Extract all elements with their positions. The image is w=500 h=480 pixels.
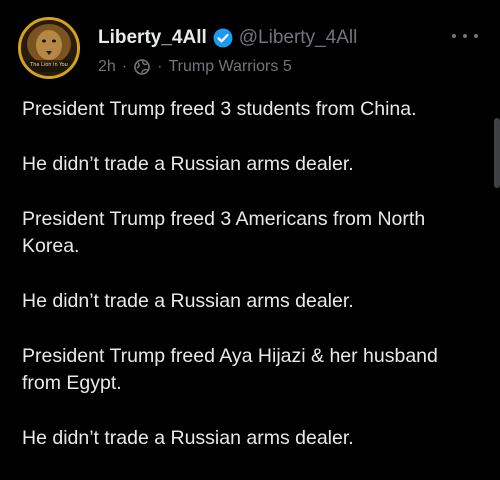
author-display-name[interactable]: Liberty_4All <box>98 27 207 49</box>
post-paragraph: He didn’t trade a Russian arms dealer. <box>22 153 354 175</box>
post-header: Liberty_4All @Liberty_4All <box>98 26 357 50</box>
scrollbar[interactable] <box>494 118 500 188</box>
author-handle[interactable]: @Liberty_4All <box>239 27 358 49</box>
more-dot-icon <box>452 34 456 38</box>
more-options-button[interactable] <box>452 27 478 45</box>
post-meta: 2h · · Trump Warriors 5 <box>98 56 292 78</box>
post-paragraph: He didn’t trade a Russian arms dealer. <box>22 290 354 312</box>
avatar-caption: The Lion in You <box>29 62 68 68</box>
lion-avatar-icon: The Lion in You <box>21 20 77 76</box>
post-paragraph: President Trump freed 3 Americans from N… <box>22 208 426 257</box>
meta-separator: · <box>121 58 128 75</box>
post-paragraph: President Trump freed Aya Hijazi & her h… <box>22 345 438 394</box>
meta-separator: · <box>157 58 163 75</box>
community-name[interactable]: Trump Warriors 5 <box>168 58 291 76</box>
post: The Lion in You Liberty_4All @Liberty_4A… <box>0 0 500 453</box>
more-dot-icon <box>474 34 478 38</box>
avatar[interactable]: The Lion in You <box>18 17 80 79</box>
post-paragraph: He didn’t trade a Russian arms dealer. <box>22 427 354 449</box>
verified-badge-icon <box>213 28 233 48</box>
community-globe-icon <box>133 58 151 76</box>
more-dot-icon <box>463 34 467 38</box>
post-body: President Trump freed 3 students from Ch… <box>22 96 482 480</box>
post-timestamp[interactable]: 2h <box>98 58 116 76</box>
post-paragraph: President Trump freed 3 students from Ch… <box>22 98 417 120</box>
